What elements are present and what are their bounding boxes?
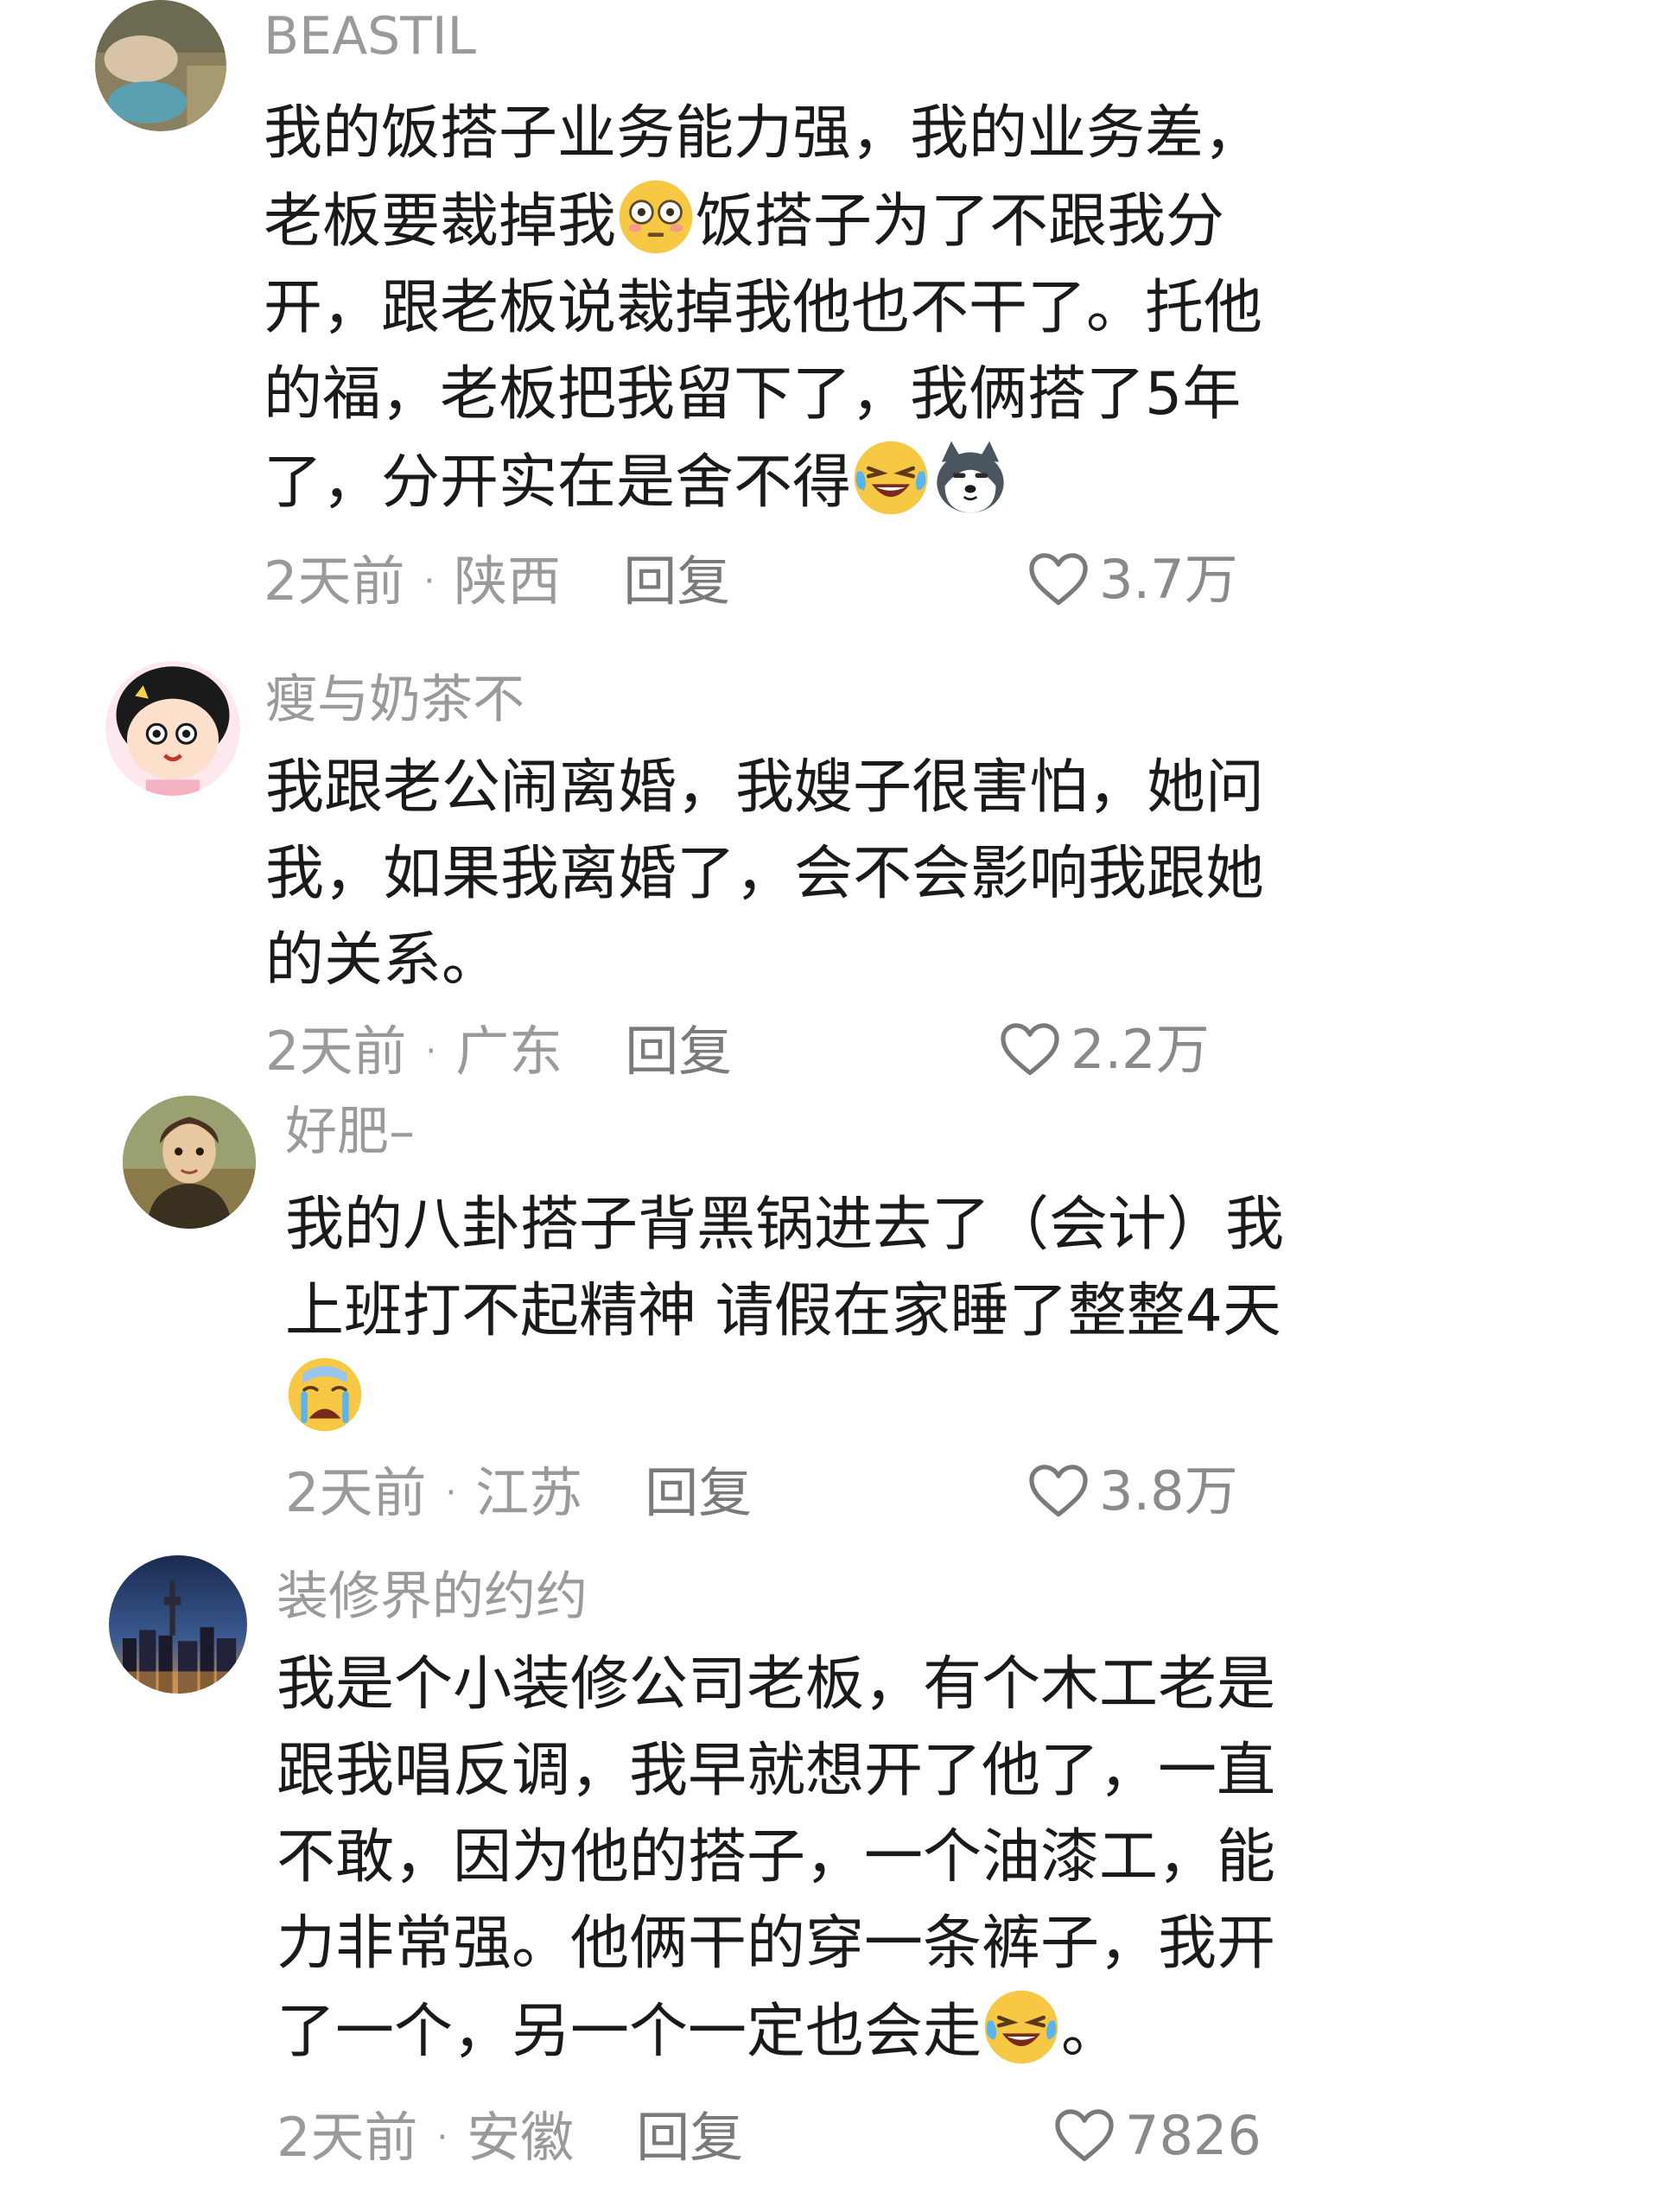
location: 安徽 [467, 2106, 575, 2169]
avatar-photo-icon [95, 0, 226, 131]
cartoon-avatar-icon [105, 661, 240, 796]
comment-feed: BEASTIL 我的饭搭子业务能力强，我的业务差， 老板要裁掉我 饭搭子为了不跟我… [0, 0, 1659, 2212]
comment-line: 的福，老板把我留下了，我俩搭了5年 [264, 360, 1242, 429]
city-avatar-icon [109, 1555, 247, 1694]
comment-text: 我跟老公闹离婚，我嫂子很害怕，她问 我，如果我离婚了，会不会影响我跟她 的关系。 [265, 745, 1406, 1004]
comment-text: 我的八卦搭子背黑锅进去了（会计）我 上班打不起精神 请假在家睡了整整4天 [285, 1182, 1426, 1443]
avatar[interactable] [109, 1555, 247, 1694]
flushed-emoji-icon [616, 177, 696, 257]
like-count: 3.7万 [1099, 548, 1238, 611]
comment-line: 开，跟老板说裁掉我他也不干了。托他 [264, 274, 1263, 342]
heart-icon [1029, 553, 1088, 606]
timestamp: 2天前 [264, 550, 405, 613]
like-count: 7826 [1125, 2104, 1262, 2167]
separator-dot: · [445, 1473, 457, 1513]
username[interactable]: 瘦与奶茶不 [265, 674, 524, 726]
comment-line: 我的八卦搭子背黑锅进去了（会计）我 [285, 1191, 1285, 1259]
heart-icon [1029, 1465, 1088, 1517]
like-count: 3.8万 [1099, 1459, 1238, 1522]
comment-line: 不敢，因为他的搭子，一个油漆工，能 [276, 1823, 1276, 1891]
avatar[interactable] [105, 661, 240, 796]
comment-line: 我跟老公闹离婚，我嫂子很害怕，她问 [265, 753, 1265, 822]
comment-line: 上班打不起精神 请假在家睡了整整4天 [285, 1277, 1281, 1345]
comment-line: 了，分开实在是舍不得 [264, 438, 1404, 526]
comment-line: 的关系。 [265, 926, 501, 995]
laughing-crying-emoji-icon [851, 438, 931, 518]
separator-dot: · [436, 2118, 448, 2158]
laughing-crying-emoji-icon [982, 1987, 1061, 2067]
avatar[interactable] [95, 0, 226, 131]
comment-line [285, 1355, 1426, 1443]
avatar[interactable] [123, 1096, 256, 1229]
separator-dot: · [423, 562, 435, 601]
reply-button[interactable]: 回复 [645, 1466, 752, 1520]
comment-line: 力非常强。他俩干的穿一条裤子，我开 [276, 1910, 1276, 1978]
timestamp: 2天前 [276, 2106, 418, 2169]
comment-meta: 2天前 · 安徽 回复 [276, 2111, 743, 2164]
username[interactable]: 好肥– [285, 1106, 415, 1158]
comment-text: 我是个小装修公司老板，有个木工老是 跟我唱反调，我早就想开了他了，一直 不敢，因… [276, 1642, 1434, 2075]
comment-line: 跟我唱反调，我早就想开了他了，一直 [276, 1737, 1276, 1805]
husky-emoji-icon [931, 438, 1010, 518]
like-button[interactable]: 7826 [1052, 2107, 1262, 2164]
separator-dot: · [425, 1032, 437, 1071]
comment-line: 我的饭搭子业务能力强，我的业务差， [264, 99, 1263, 168]
comment-line: 我是个小装修公司老板，有个木工老是 [276, 1650, 1276, 1719]
like-count: 2.2万 [1071, 1018, 1210, 1081]
like-button[interactable]: 2.2万 [998, 1021, 1210, 1078]
location: 江苏 [475, 1461, 583, 1524]
comment-text: 我的饭搭子业务能力强，我的业务差， 老板要裁掉我 饭搭子为了不跟我分 开，跟老板说… [264, 91, 1404, 526]
comment-line: 老板要裁掉我 饭搭子为了不跟我分 [264, 177, 1404, 265]
comment-line: 了一个，另一个一定也会走。 [276, 1987, 1434, 2075]
comment-line: 我，如果我离婚了，会不会影响我跟她 [265, 840, 1265, 908]
timestamp: 2天前 [285, 1461, 427, 1524]
timestamp: 2天前 [265, 1020, 407, 1083]
heart-icon [1055, 2109, 1114, 2162]
comment-meta: 2天前 · 江苏 回复 [285, 1466, 752, 1520]
reply-button[interactable]: 回复 [623, 555, 730, 608]
location: 陕西 [454, 550, 562, 613]
comment-meta: 2天前 · 广东 回复 [265, 1025, 732, 1078]
crying-emoji-icon [285, 1355, 365, 1434]
painting-avatar-icon [123, 1096, 256, 1229]
location: 广东 [455, 1020, 563, 1083]
like-button[interactable]: 3.7万 [1027, 551, 1238, 608]
username[interactable]: BEASTIL [264, 10, 476, 62]
like-button[interactable]: 3.8万 [1027, 1463, 1238, 1520]
reply-button[interactable]: 回复 [636, 2111, 743, 2164]
username[interactable]: 装修界的约约 [276, 1571, 588, 1623]
heart-icon [1001, 1023, 1059, 1076]
comment-meta: 2天前 · 陕西 回复 [264, 555, 730, 608]
reply-button[interactable]: 回复 [625, 1025, 732, 1078]
